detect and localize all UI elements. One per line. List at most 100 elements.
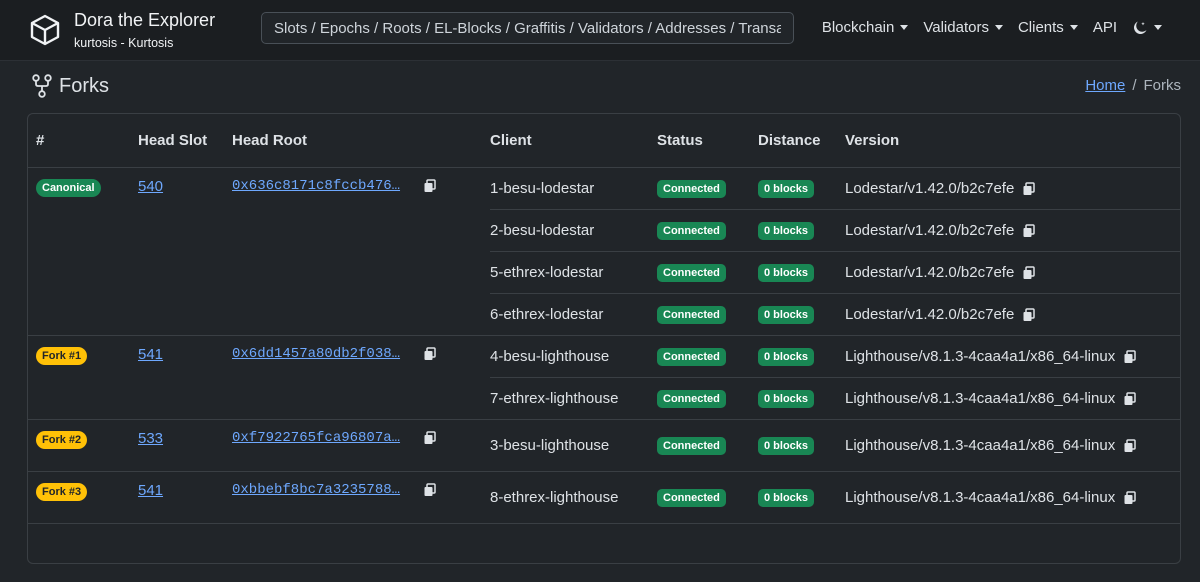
- header-index: #: [28, 114, 138, 168]
- brand-link[interactable]: Dora the Explorer kurtosis - Kurtosis: [28, 10, 215, 50]
- caret-down-icon: [1069, 25, 1078, 30]
- status-badge: Connected: [657, 489, 726, 507]
- copy-icon[interactable]: [423, 179, 437, 193]
- copy-icon[interactable]: [1123, 439, 1137, 453]
- distance-badge: 0 blocks: [758, 348, 815, 366]
- version-cell: Lighthouse/v8.1.3-4caa4a1/x86_64-linux: [845, 377, 1180, 420]
- head-slot-link[interactable]: 541: [138, 482, 163, 499]
- header-client: Client: [490, 114, 657, 168]
- nav-item-api[interactable]: API: [1093, 19, 1117, 36]
- client-name: 8-ethrex-lighthouse: [490, 471, 657, 524]
- copy-icon[interactable]: [1022, 266, 1036, 280]
- distance-cell: 0 blocks: [758, 167, 845, 210]
- version-text: Lodestar/v1.42.0/b2c7efe: [845, 180, 1015, 197]
- nav-item-clients[interactable]: Clients: [1018, 19, 1078, 36]
- status-badge: Connected: [657, 264, 726, 282]
- head-slot-cell: 541: [138, 471, 232, 524]
- header-status: Status: [657, 114, 758, 168]
- version-cell: Lodestar/v1.42.0/b2c7efe: [845, 251, 1180, 294]
- caret-down-icon: [994, 25, 1003, 30]
- client-name: 7-ethrex-lighthouse: [490, 377, 657, 420]
- fork-label-cell: Fork #2: [28, 419, 138, 472]
- distance-cell: 0 blocks: [758, 419, 845, 472]
- nav-item-blockchain[interactable]: Blockchain: [822, 19, 909, 36]
- nav-item-validators[interactable]: Validators: [923, 19, 1003, 36]
- head-slot-cell: 541: [138, 335, 232, 420]
- code-fork-icon: [32, 74, 52, 98]
- distance-badge: 0 blocks: [758, 437, 815, 455]
- status-cell: Connected: [657, 293, 758, 336]
- version-text: Lighthouse/v8.1.3-4caa4a1/x86_64-linux: [845, 390, 1116, 407]
- head-slot-link[interactable]: 541: [138, 346, 163, 363]
- forks-table: # Head Slot Head Root Client Status Dist…: [28, 114, 1180, 524]
- nav-item-label: Validators: [923, 19, 989, 36]
- status-badge: Connected: [657, 180, 726, 198]
- search-input[interactable]: [261, 12, 794, 44]
- distance-cell: 0 blocks: [758, 209, 845, 252]
- head-slot-link[interactable]: 540: [138, 178, 163, 195]
- head-root-cell: 0x636c8171c8fccb476…: [232, 167, 490, 336]
- breadcrumb-home-link[interactable]: Home: [1085, 77, 1125, 94]
- head-root-cell: 0xf7922765fca96807a…: [232, 419, 490, 472]
- page-title-text: Forks: [59, 74, 109, 97]
- status-badge: Connected: [657, 437, 726, 455]
- status-cell: Connected: [657, 471, 758, 524]
- head-slot-link[interactable]: 533: [138, 430, 163, 447]
- table-row: Canonical 540 0x636c8171c8fccb476… 1-besu-l…: [28, 167, 1180, 336]
- distance-badge: 0 blocks: [758, 306, 815, 324]
- head-root-cell: 0x6dd1457a80db2f038…: [232, 335, 490, 420]
- fork-badge: Fork #1: [36, 347, 88, 365]
- theme-toggle[interactable]: [1132, 20, 1162, 36]
- status-badge: Connected: [657, 222, 726, 240]
- client-name: 4-besu-lighthouse: [490, 335, 657, 378]
- breadcrumb: Home / Forks: [1085, 77, 1181, 94]
- head-root-link[interactable]: 0xf7922765fca96807a…: [232, 430, 415, 446]
- head-root-link[interactable]: 0x6dd1457a80db2f038…: [232, 346, 415, 362]
- copy-icon[interactable]: [1022, 182, 1036, 196]
- forks-card: # Head Slot Head Root Client Status Dist…: [27, 113, 1181, 564]
- table-row: Fork #2 533 0xf7922765fca96807a… 3-besu-lig…: [28, 419, 1180, 472]
- client-name: 2-besu-lodestar: [490, 209, 657, 252]
- client-name: 5-ethrex-lodestar: [490, 251, 657, 294]
- fork-badge: Canonical: [36, 179, 101, 197]
- distance-badge: 0 blocks: [758, 180, 815, 198]
- fork-label-cell: Fork #3: [28, 471, 138, 524]
- breadcrumb-current: Forks: [1143, 77, 1182, 94]
- caret-down-icon: [1154, 25, 1162, 30]
- distance-cell: 0 blocks: [758, 335, 845, 378]
- version-cell: Lighthouse/v8.1.3-4caa4a1/x86_64-linux: [845, 419, 1180, 472]
- status-badge: Connected: [657, 390, 726, 408]
- distance-badge: 0 blocks: [758, 222, 815, 240]
- header-version: Version: [845, 114, 1180, 168]
- version-text: Lighthouse/v8.1.3-4caa4a1/x86_64-linux: [845, 437, 1116, 454]
- table-row: Fork #3 541 0xbbebf8bc7a3235788… 8-ethrex-l…: [28, 471, 1180, 524]
- copy-icon[interactable]: [1123, 491, 1137, 505]
- version-cell: Lighthouse/v8.1.3-4caa4a1/x86_64-linux: [845, 335, 1180, 378]
- version-cell: Lodestar/v1.42.0/b2c7efe: [845, 209, 1180, 252]
- fork-badge: Fork #3: [36, 483, 88, 501]
- status-cell: Connected: [657, 167, 758, 210]
- table-header-row: # Head Slot Head Root Client Status Dist…: [28, 114, 1180, 168]
- client-name: 6-ethrex-lodestar: [490, 293, 657, 336]
- head-root-link[interactable]: 0xbbebf8bc7a3235788…: [232, 482, 415, 498]
- status-cell: Connected: [657, 209, 758, 252]
- copy-icon[interactable]: [1123, 350, 1137, 364]
- copy-icon[interactable]: [423, 347, 437, 361]
- copy-icon[interactable]: [423, 431, 437, 445]
- status-cell: Connected: [657, 251, 758, 294]
- breadcrumb-separator: /: [1132, 77, 1137, 94]
- status-badge: Connected: [657, 306, 726, 324]
- head-root-link[interactable]: 0x636c8171c8fccb476…: [232, 178, 415, 194]
- distance-badge: 0 blocks: [758, 264, 815, 282]
- head-slot-cell: 540: [138, 167, 232, 336]
- client-name: 1-besu-lodestar: [490, 167, 657, 210]
- status-cell: Connected: [657, 335, 758, 378]
- status-badge: Connected: [657, 348, 726, 366]
- nav-item-label: Blockchain: [821, 19, 895, 36]
- header-distance: Distance: [758, 114, 845, 168]
- version-text: Lighthouse/v8.1.3-4caa4a1/x86_64-linux: [845, 348, 1116, 365]
- copy-icon[interactable]: [1123, 392, 1137, 406]
- copy-icon[interactable]: [1022, 224, 1036, 238]
- copy-icon[interactable]: [1022, 308, 1036, 322]
- copy-icon[interactable]: [423, 483, 437, 497]
